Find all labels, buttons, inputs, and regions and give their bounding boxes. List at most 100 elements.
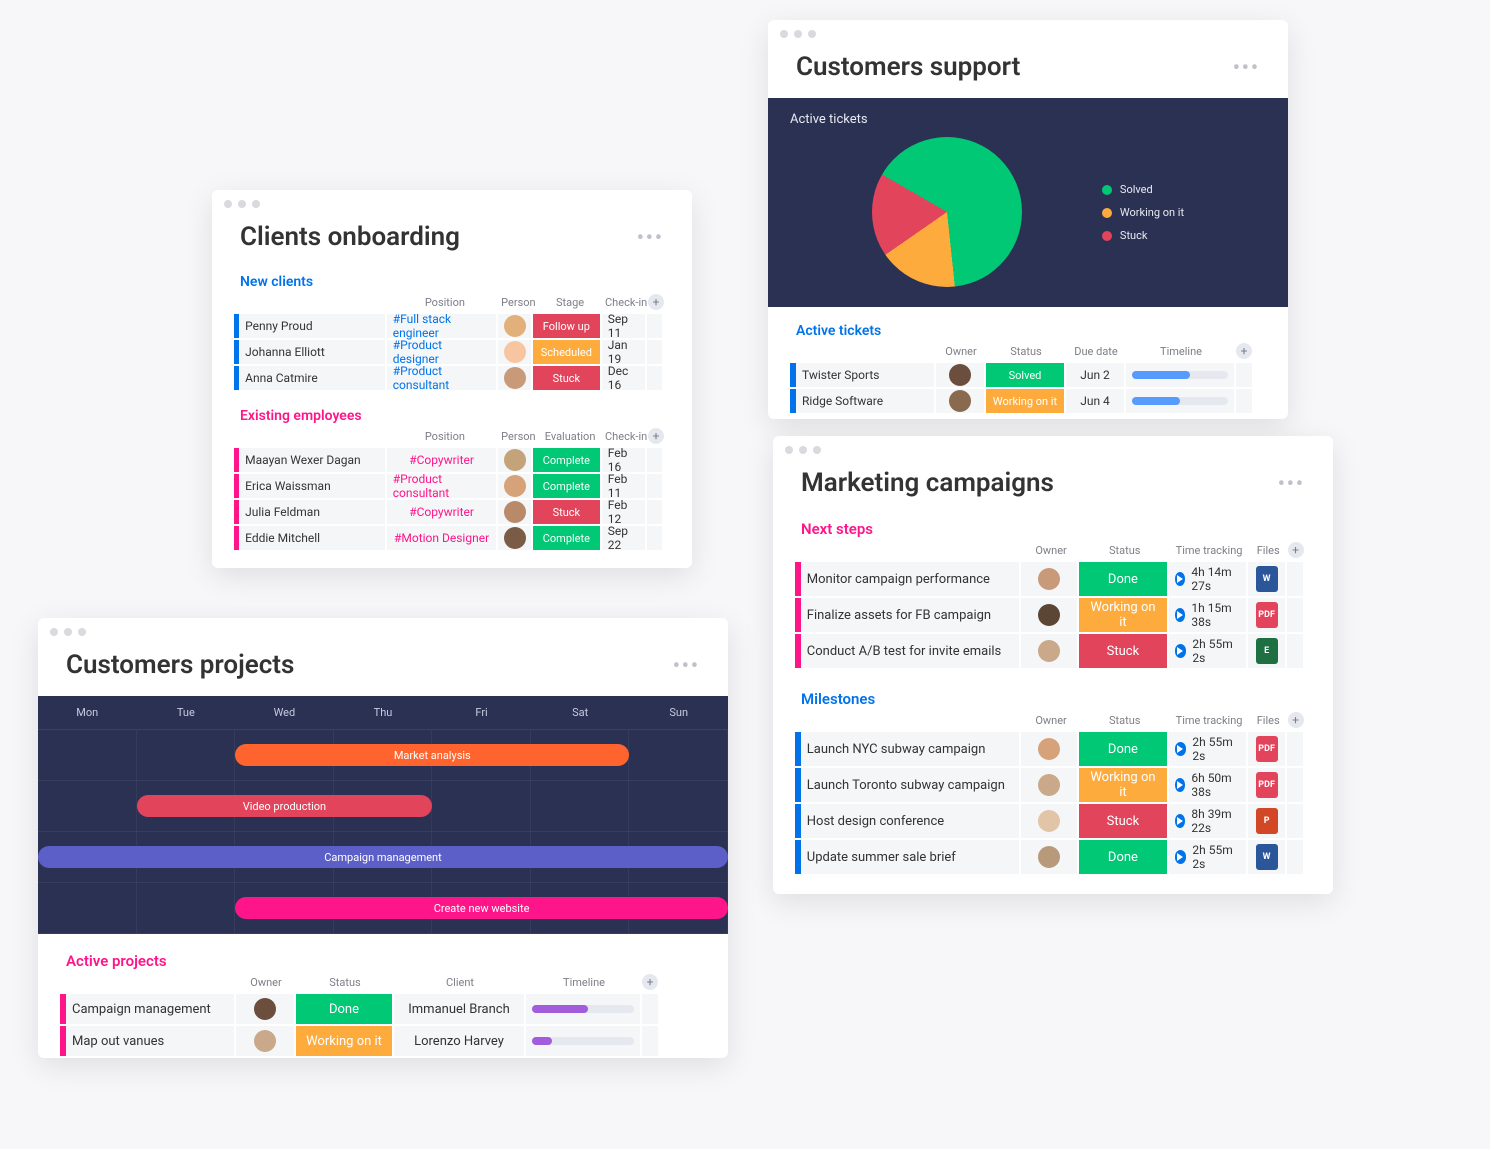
gantt-bar[interactable]: Market analysis <box>235 744 629 766</box>
table-row[interactable]: Twister Sports Solved Jun 2 <box>768 363 1288 387</box>
avatar[interactable] <box>949 390 971 412</box>
add-column-icon[interactable]: + <box>642 974 658 990</box>
row-status[interactable]: Working on it <box>296 1026 394 1056</box>
play-icon[interactable] <box>1175 572 1186 586</box>
gantt-bar[interactable]: Video production <box>137 795 433 817</box>
table-row[interactable]: Penny Proud #Full stack engineer Follow … <box>212 314 692 338</box>
table-row[interactable]: Anna Catmire #Product consultant Stuck D… <box>212 366 692 390</box>
row-owner[interactable] <box>1021 804 1079 838</box>
play-icon[interactable] <box>1175 814 1186 828</box>
section-existing-employees[interactable]: Existing employees <box>212 402 692 426</box>
avatar[interactable] <box>504 367 526 389</box>
avatar[interactable] <box>504 449 526 471</box>
add-column-icon[interactable]: + <box>1288 542 1304 558</box>
avatar[interactable] <box>504 475 526 497</box>
section-active-tickets[interactable]: Active tickets <box>768 317 1288 341</box>
row-status[interactable]: Done <box>1079 562 1168 596</box>
row-time-tracking[interactable]: 1h 15m 38s <box>1169 598 1249 632</box>
avatar[interactable] <box>949 364 971 386</box>
row-status[interactable]: Stuck <box>533 500 602 524</box>
row-status[interactable]: Stuck <box>533 366 602 390</box>
add-column-icon[interactable]: + <box>1288 712 1304 728</box>
table-row[interactable]: Monitor campaign performance Done 4h 14m… <box>773 562 1333 596</box>
row-status[interactable]: Scheduled <box>533 340 602 364</box>
avatar[interactable] <box>1038 774 1060 796</box>
row-status[interactable]: Complete <box>533 526 602 550</box>
row-position[interactable]: #Product consultant <box>387 474 499 498</box>
gantt-bar[interactable]: Create new website <box>235 897 728 919</box>
row-file[interactable]: PDF <box>1248 768 1287 802</box>
row-position[interactable]: #Product designer <box>387 340 499 364</box>
table-row[interactable]: Julia Feldman #Copywriter Stuck Feb 12 <box>212 500 692 524</box>
row-time-tracking[interactable]: 2h 55m 2s <box>1169 732 1249 766</box>
row-position[interactable]: #Motion Designer <box>387 526 499 550</box>
table-row[interactable]: Finalize assets for FB campaign Working … <box>773 598 1333 632</box>
row-status[interactable]: Follow up <box>533 314 602 338</box>
row-owner[interactable] <box>1021 732 1079 766</box>
row-position[interactable]: #Copywriter <box>387 448 499 472</box>
table-row[interactable]: Johanna Elliott #Product designer Schedu… <box>212 340 692 364</box>
add-column-icon[interactable]: + <box>1236 343 1252 359</box>
row-person[interactable] <box>498 366 533 390</box>
table-row[interactable]: Maayan Wexer Dagan #Copywriter Complete … <box>212 448 692 472</box>
row-status[interactable]: Solved <box>986 363 1066 387</box>
row-time-tracking[interactable]: 4h 14m 27s <box>1169 562 1249 596</box>
avatar[interactable] <box>254 998 276 1020</box>
row-owner[interactable] <box>1021 562 1079 596</box>
avatar[interactable] <box>254 1030 276 1052</box>
row-status[interactable]: Done <box>296 994 394 1024</box>
avatar[interactable] <box>504 341 526 363</box>
panel-menu-icon[interactable]: ••• <box>1278 471 1305 495</box>
row-status[interactable]: Working on it <box>1079 598 1168 632</box>
row-timeline[interactable] <box>526 994 642 1024</box>
avatar[interactable] <box>1038 568 1060 590</box>
row-timeline[interactable] <box>526 1026 642 1056</box>
row-status[interactable]: Done <box>1079 840 1168 874</box>
row-person[interactable] <box>498 448 533 472</box>
avatar[interactable] <box>504 501 526 523</box>
play-icon[interactable] <box>1175 608 1186 622</box>
row-status[interactable]: Done <box>1079 732 1168 766</box>
section-new-clients[interactable]: New clients <box>212 268 692 292</box>
avatar[interactable] <box>1038 738 1060 760</box>
table-row[interactable]: Host design conference Stuck 8h 39m 22s … <box>773 804 1333 838</box>
play-icon[interactable] <box>1175 742 1187 756</box>
row-owner[interactable] <box>1021 634 1079 668</box>
row-person[interactable] <box>498 500 533 524</box>
table-row[interactable]: Update summer sale brief Done 2h 55m 2s … <box>773 840 1333 874</box>
row-status[interactable]: Working on it <box>1079 768 1168 802</box>
table-row[interactable]: Eddie Mitchell #Motion Designer Complete… <box>212 526 692 550</box>
row-position[interactable]: #Full stack engineer <box>387 314 499 338</box>
table-row[interactable]: Ridge Software Working on it Jun 4 <box>768 389 1288 413</box>
row-owner[interactable] <box>236 994 296 1024</box>
section-active-projects[interactable]: Active projects <box>38 946 728 972</box>
play-icon[interactable] <box>1175 778 1186 792</box>
row-status[interactable]: Stuck <box>1079 804 1168 838</box>
row-owner[interactable] <box>236 1026 296 1056</box>
add-column-icon[interactable]: + <box>648 428 664 444</box>
row-person[interactable] <box>498 526 533 550</box>
row-time-tracking[interactable]: 2h 55m 2s <box>1169 840 1249 874</box>
table-row[interactable]: Conduct A/B test for invite emails Stuck… <box>773 634 1333 668</box>
play-icon[interactable] <box>1175 644 1187 658</box>
panel-menu-icon[interactable]: ••• <box>1233 55 1260 79</box>
row-owner[interactable] <box>936 389 986 413</box>
row-status[interactable]: Complete <box>533 448 602 472</box>
row-timeline[interactable] <box>1126 389 1236 413</box>
row-timeline[interactable] <box>1126 363 1236 387</box>
row-file[interactable]: P <box>1248 804 1287 838</box>
row-time-tracking[interactable]: 8h 39m 22s <box>1169 804 1249 838</box>
row-position[interactable]: #Product consultant <box>387 366 499 390</box>
row-status[interactable]: Complete <box>533 474 602 498</box>
gantt-bar[interactable]: Campaign management <box>38 846 728 868</box>
row-person[interactable] <box>498 474 533 498</box>
row-file[interactable]: W <box>1248 840 1287 874</box>
row-owner[interactable] <box>1021 840 1079 874</box>
row-owner[interactable] <box>1021 598 1079 632</box>
table-row[interactable]: Launch Toronto subway campaign Working o… <box>773 768 1333 802</box>
row-status[interactable]: Working on it <box>986 389 1066 413</box>
row-file[interactable]: E <box>1248 634 1287 668</box>
avatar[interactable] <box>1038 640 1060 662</box>
table-row[interactable]: Erica Waissman #Product consultant Compl… <box>212 474 692 498</box>
row-position[interactable]: #Copywriter <box>387 500 499 524</box>
